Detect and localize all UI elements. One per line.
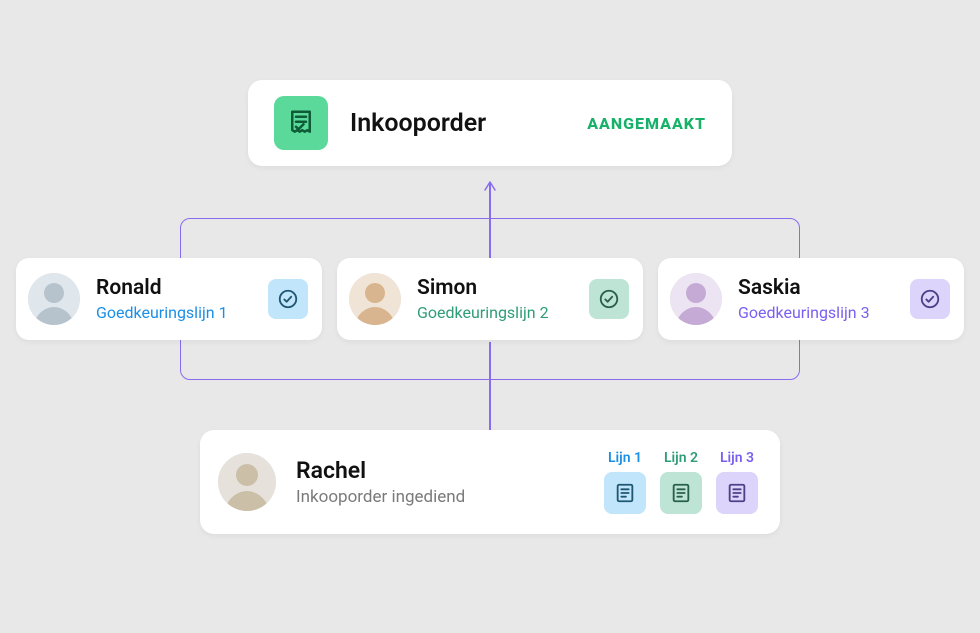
approver-name: Saskia: [738, 275, 910, 301]
check-circle-icon: [589, 279, 629, 319]
avatar: [28, 273, 80, 325]
line-chip-1: Lijn 1: [604, 450, 646, 514]
diagram-stage: Inkooporder AANGEMAAKT Ronald Goedkeurin…: [0, 0, 980, 633]
purchase-order-card: Inkooporder AANGEMAAKT: [248, 80, 732, 166]
approver-name: Ronald: [96, 275, 268, 301]
requester-name: Rachel: [296, 456, 465, 486]
arrow-up-icon: [484, 178, 496, 190]
approver-subtitle: Goedkeuringslijn 1: [96, 303, 268, 323]
connector-line-bottom: [489, 342, 491, 434]
purchase-order-title: Inkooporder: [350, 109, 486, 138]
line-label: Lijn 3: [720, 450, 754, 466]
approver-card-3: Saskia Goedkeuringslijn 3: [658, 258, 964, 340]
line-chip-2: Lijn 2: [660, 450, 702, 514]
status-badge: AANGEMAAKT: [587, 114, 706, 133]
avatar: [670, 273, 722, 325]
line-label: Lijn 2: [664, 450, 698, 466]
receipt-check-icon: [274, 96, 328, 150]
approver-subtitle: Goedkeuringslijn 2: [417, 303, 589, 323]
avatar: [349, 273, 401, 325]
approver-card-2: Simon Goedkeuringslijn 2: [337, 258, 643, 340]
requester-card: Rachel Inkooporder ingediend Lijn 1 Lijn…: [200, 430, 780, 534]
line-chip-3: Lijn 3: [716, 450, 758, 514]
document-icon: [660, 472, 702, 514]
approver-subtitle: Goedkeuringslijn 3: [738, 303, 910, 323]
approver-card-1: Ronald Goedkeuringslijn 1: [16, 258, 322, 340]
connector-line-top: [489, 182, 491, 258]
document-icon: [716, 472, 758, 514]
requester-subtitle: Inkooporder ingediend: [296, 486, 465, 508]
avatar: [218, 453, 276, 511]
line-label: Lijn 1: [608, 450, 642, 466]
check-circle-icon: [910, 279, 950, 319]
check-circle-icon: [268, 279, 308, 319]
document-icon: [604, 472, 646, 514]
line-chip-row: Lijn 1 Lijn 2 Lijn 3: [604, 450, 758, 514]
approver-name: Simon: [417, 275, 589, 301]
